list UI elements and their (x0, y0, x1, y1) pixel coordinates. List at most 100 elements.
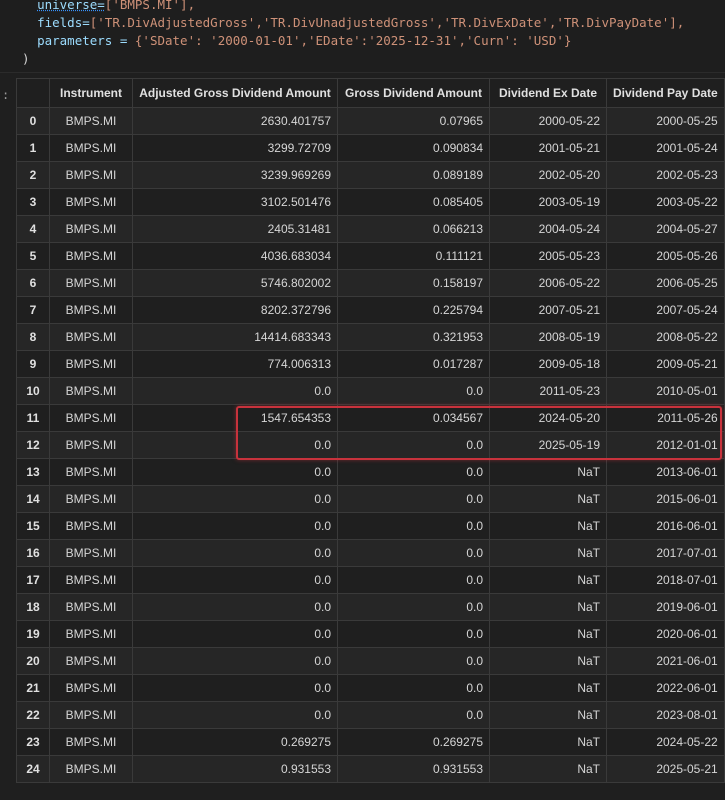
row-index: 2 (16, 161, 50, 189)
cell-pay-date: 2013-06-01 (606, 458, 725, 486)
row-index: 24 (16, 755, 50, 783)
cell-pay-date: 2017-07-01 (606, 539, 725, 567)
cell-gross: 0.0 (337, 377, 490, 405)
cell-adjusted-gross: 0.0 (132, 485, 338, 513)
cell-ex-date: 2003-05-19 (489, 188, 607, 216)
table-row: 8 BMPS.MI 14414.683343 0.321953 2008-05-19 20… (16, 323, 725, 351)
cell-ex-date: 2024-05-20 (489, 404, 607, 432)
column-header-index (16, 78, 50, 108)
row-index: 8 (16, 323, 50, 351)
table-row: 23 BMPS.MI 0.269275 0.269275 NaT 2024-05-22 (16, 728, 725, 756)
row-index: 6 (16, 269, 50, 297)
cell-instrument: BMPS.MI (49, 377, 133, 405)
cell-instrument: BMPS.MI (49, 755, 133, 783)
row-index: 1 (16, 134, 50, 162)
cell-ex-date: 2001-05-21 (489, 134, 607, 162)
row-index: 3 (16, 188, 50, 216)
table-row: 15 BMPS.MI 0.0 0.0 NaT 2016-06-01 (16, 512, 725, 540)
cell-instrument: BMPS.MI (49, 539, 133, 567)
cell-instrument: BMPS.MI (49, 269, 133, 297)
cell-gross: 0.0 (337, 620, 490, 648)
cell-ex-date: 2000-05-22 (489, 107, 607, 135)
cell-pay-date: 2024-05-22 (606, 728, 725, 756)
cell-adjusted-gross: 2630.401757 (132, 107, 338, 135)
cell-adjusted-gross: 0.0 (132, 647, 338, 675)
cell-ex-date: NaT (489, 647, 607, 675)
cell-ex-date: NaT (489, 674, 607, 702)
cell-adjusted-gross: 1547.654353 (132, 404, 338, 432)
row-index: 4 (16, 215, 50, 243)
cell-gross: 0.066213 (337, 215, 490, 243)
cell-pay-date: 2020-06-01 (606, 620, 725, 648)
cell-gross: 0.034567 (337, 404, 490, 432)
cell-ex-date: NaT (489, 512, 607, 540)
cell-pay-date: 2019-06-01 (606, 593, 725, 621)
cell-adjusted-gross: 14414.683343 (132, 323, 338, 351)
row-index: 11 (16, 404, 50, 432)
cell-instrument: BMPS.MI (49, 323, 133, 351)
cell-ex-date: NaT (489, 728, 607, 756)
table-row: 13 BMPS.MI 0.0 0.0 NaT 2013-06-01 (16, 458, 725, 486)
row-index: 14 (16, 485, 50, 513)
cell-ex-date: 2008-05-19 (489, 323, 607, 351)
cell-adjusted-gross: 0.0 (132, 674, 338, 702)
code-line-4: ) (22, 51, 30, 66)
code-line-3-key: parameters = (37, 33, 135, 48)
row-index: 13 (16, 458, 50, 486)
row-index: 16 (16, 539, 50, 567)
cell-adjusted-gross: 0.269275 (132, 728, 338, 756)
cell-gross: 0.0 (337, 485, 490, 513)
row-index: 18 (16, 593, 50, 621)
cell-pay-date: 2015-06-01 (606, 485, 725, 513)
row-index: 7 (16, 296, 50, 324)
cell-instrument: BMPS.MI (49, 593, 133, 621)
cell-instrument: BMPS.MI (49, 458, 133, 486)
cell-ex-date: 2006-05-22 (489, 269, 607, 297)
table-header-row: Instrument Adjusted Gross Dividend Amoun… (16, 78, 725, 108)
cell-adjusted-gross: 0.0 (132, 377, 338, 405)
table-row: 14 BMPS.MI 0.0 0.0 NaT 2015-06-01 (16, 485, 725, 513)
cell-adjusted-gross: 8202.372796 (132, 296, 338, 324)
table-row: 17 BMPS.MI 0.0 0.0 NaT 2018-07-01 (16, 566, 725, 594)
table-row: 5 BMPS.MI 4036.683034 0.111121 2005-05-23 200… (16, 242, 725, 270)
cell-adjusted-gross: 0.0 (132, 701, 338, 729)
cell-gross: 0.0 (337, 566, 490, 594)
cell-pay-date: 2003-05-22 (606, 188, 725, 216)
table-row: 18 BMPS.MI 0.0 0.0 NaT 2019-06-01 (16, 593, 725, 621)
cell-pay-date: 2010-05-01 (606, 377, 725, 405)
cell-adjusted-gross: 0.0 (132, 431, 338, 459)
cell-gross: 0.0 (337, 458, 490, 486)
cell-gross: 0.225794 (337, 296, 490, 324)
table-row: 9 BMPS.MI 774.006313 0.017287 2009-05-18 2009… (16, 350, 725, 378)
cell-instrument: BMPS.MI (49, 728, 133, 756)
column-header-adjusted-gross: Adjusted Gross Dividend Amount (132, 78, 338, 108)
cell-instrument: BMPS.MI (49, 485, 133, 513)
cell-ex-date: NaT (489, 593, 607, 621)
cell-pay-date: 2011-05-26 (606, 404, 725, 432)
code-cell[interactable]: universe=['BMPS.MI'], fields=['TR.DivAdj… (0, 0, 725, 73)
cell-gross: 0.089189 (337, 161, 490, 189)
row-index: 15 (16, 512, 50, 540)
cell-gross: 0.111121 (337, 242, 490, 270)
output-marker: : (2, 88, 10, 102)
cell-gross: 0.07965 (337, 107, 490, 135)
cell-instrument: BMPS.MI (49, 188, 133, 216)
table-row: 6 BMPS.MI 5746.802002 0.158197 2006-05-22 200… (16, 269, 725, 297)
cell-gross: 0.0 (337, 701, 490, 729)
cell-ex-date: NaT (489, 620, 607, 648)
column-header-ex-date: Dividend Ex Date (489, 78, 607, 108)
cell-ex-date: NaT (489, 701, 607, 729)
cell-pay-date: 2021-06-01 (606, 647, 725, 675)
cell-pay-date: 2025-05-21 (606, 755, 725, 783)
table-row: 0 BMPS.MI 2630.401757 0.07965 2000-05-22 2000… (16, 107, 725, 135)
cell-pay-date: 2012-01-01 (606, 431, 725, 459)
cell-adjusted-gross: 3102.501476 (132, 188, 338, 216)
cell-adjusted-gross: 3299.72709 (132, 134, 338, 162)
cell-gross: 0.931553 (337, 755, 490, 783)
code-editor[interactable]: universe=['BMPS.MI'], fields=['TR.DivAdj… (22, 0, 684, 68)
cell-pay-date: 2022-06-01 (606, 674, 725, 702)
row-index: 12 (16, 431, 50, 459)
column-header-pay-date: Dividend Pay Date (606, 78, 725, 108)
table-row: 20 BMPS.MI 0.0 0.0 NaT 2021-06-01 (16, 647, 725, 675)
cell-adjusted-gross: 2405.31481 (132, 215, 338, 243)
